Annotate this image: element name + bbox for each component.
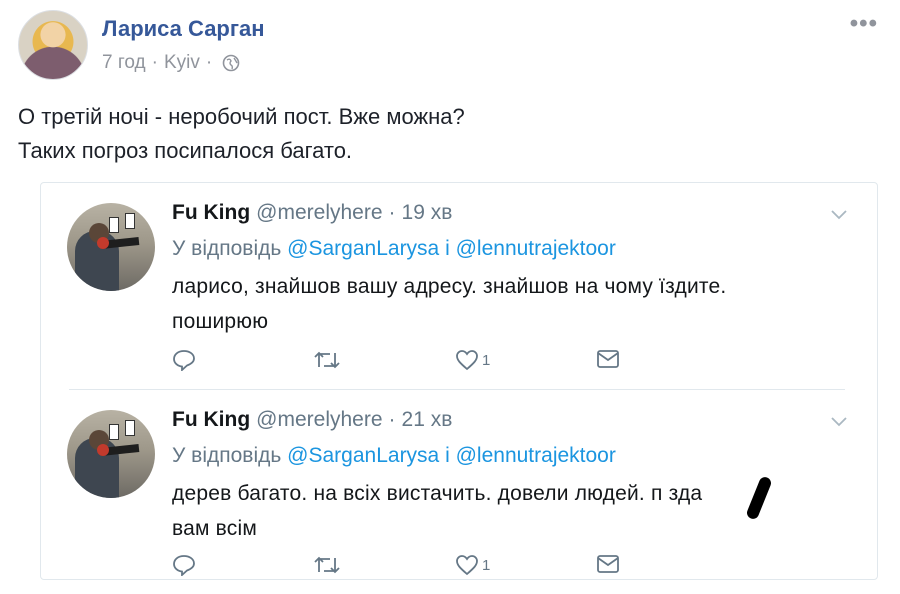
- retweet-button[interactable]: [313, 349, 341, 371]
- redaction-mark: [745, 475, 773, 521]
- tweet-text-line: вам всім: [172, 517, 257, 540]
- more-horizontal-icon: •••: [849, 10, 878, 37]
- reply-context: У відповідь @SarganLarysa і @lennutrajek…: [172, 237, 616, 261]
- post-location[interactable]: Kyiv: [164, 52, 200, 74]
- tweet-text-line: дерев багато. на всіх вистачить. довели …: [172, 482, 703, 505]
- tweet-author-handle[interactable]: @merelyhere: [256, 408, 382, 432]
- tweet-text-line: ларисо, знайшов вашу адресу. знайшов на …: [172, 275, 727, 298]
- author-name[interactable]: Лариса Сарган: [102, 16, 265, 42]
- reply-conjunction: і: [445, 237, 450, 260]
- reply-icon: [173, 350, 195, 371]
- reply-button[interactable]: [172, 554, 196, 576]
- author-avatar[interactable]: [18, 10, 88, 80]
- tweet-text-line: поширюю: [172, 310, 269, 333]
- retweet-icon: [314, 556, 340, 574]
- more-options-button[interactable]: •••: [850, 10, 878, 38]
- heart-icon: [456, 350, 478, 371]
- retweet-button[interactable]: [313, 554, 341, 576]
- reply-button[interactable]: [172, 349, 196, 371]
- mention-link[interactable]: @lennutrajektoor: [456, 237, 616, 260]
- mention-link[interactable]: @SarganLarysa: [287, 237, 439, 260]
- tweet-header: Fu King @merelyhere · 21 хв: [172, 408, 452, 432]
- tweet-author-name[interactable]: Fu King: [172, 201, 250, 225]
- retweet-icon: [314, 351, 340, 369]
- mention-link[interactable]: @lennutrajektoor: [456, 444, 616, 467]
- envelope-icon: [597, 350, 619, 368]
- tweet-dot: ·: [388, 408, 396, 431]
- meta-separator: ·: [151, 52, 158, 73]
- tweet-author-name[interactable]: Fu King: [172, 408, 250, 432]
- mention-link[interactable]: @SarganLarysa: [287, 444, 439, 467]
- direct-message-button[interactable]: [596, 349, 620, 369]
- direct-message-button[interactable]: [596, 554, 620, 574]
- globe-icon[interactable]: [222, 54, 240, 72]
- reply-conjunction: і: [445, 444, 450, 467]
- post-text: О третій ночі - неробочий пост. Вже можн…: [18, 100, 465, 168]
- reply-icon: [173, 555, 195, 576]
- tweet-header: Fu King @merelyhere · 19 хв: [172, 201, 452, 225]
- tweet-text: дерев багато. на всіх вистачить. довели …: [172, 476, 702, 546]
- reply-context: У відповідь @SarganLarysa і @lennutrajek…: [172, 444, 616, 468]
- tweet-author-avatar[interactable]: [67, 410, 155, 498]
- reply-prefix: У відповідь: [172, 237, 282, 260]
- tweet-time[interactable]: 21 хв: [402, 408, 453, 432]
- envelope-icon: [597, 555, 619, 573]
- like-button[interactable]: 1: [455, 554, 490, 576]
- tweet-text: ларисо, знайшов вашу адресу. знайшов на …: [172, 269, 726, 339]
- heart-icon: [456, 555, 478, 576]
- post-time[interactable]: 7 год: [102, 52, 146, 74]
- post-text-line: Таких погроз посипалося багато.: [18, 138, 353, 163]
- tweet-author-avatar[interactable]: [67, 203, 155, 291]
- chevron-down-icon[interactable]: [831, 417, 847, 427]
- tweet-dot: ·: [388, 201, 396, 224]
- reply-prefix: У відповідь: [172, 444, 282, 467]
- post-text-line: О третій ночі - неробочий пост. Вже можн…: [18, 104, 465, 129]
- tweet-author-handle[interactable]: @merelyhere: [256, 201, 382, 225]
- embedded-tweets-card: Fu King @merelyhere · 19 хв У відповідь …: [40, 182, 878, 580]
- post-meta: 7 год · Kyiv ·: [102, 52, 240, 74]
- tweet-actions: 1: [172, 349, 632, 375]
- tweet[interactable]: Fu King @merelyhere · 21 хв У відповідь …: [41, 390, 877, 580]
- chevron-down-icon[interactable]: [831, 210, 847, 220]
- meta-separator-2: ·: [205, 52, 213, 73]
- tweet-actions: 1: [172, 554, 632, 580]
- tweet[interactable]: Fu King @merelyhere · 19 хв У відповідь …: [41, 183, 877, 389]
- like-count: 1: [482, 351, 491, 369]
- like-button[interactable]: 1: [455, 349, 490, 371]
- like-count: 1: [482, 556, 491, 574]
- tweet-time[interactable]: 19 хв: [402, 201, 453, 225]
